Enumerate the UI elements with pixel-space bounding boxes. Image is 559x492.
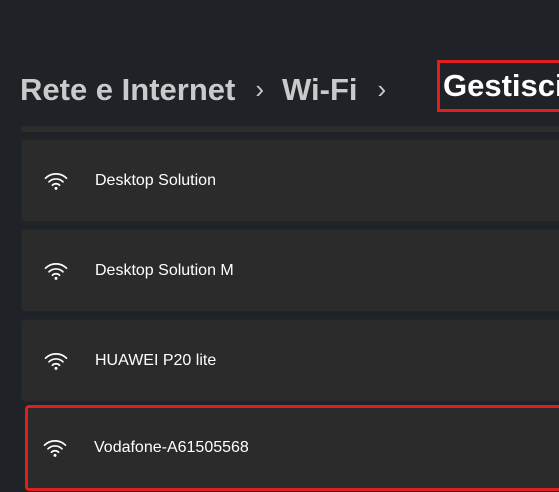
wifi-icon — [44, 352, 68, 370]
breadcrumb-separator-icon: › — [255, 73, 265, 104]
breadcrumb-separator-icon: › — [377, 73, 387, 104]
network-item-desktop-solution[interactable]: Desktop Solution — [21, 139, 559, 222]
network-name: HUAWEI P20 lite — [95, 351, 217, 369]
network-item-vodafone[interactable]: Vodafone-A61505568 — [25, 405, 559, 491]
breadcrumb-item-wifi[interactable]: Wi-Fi — [282, 72, 357, 108]
page-title: Gestisci — [443, 68, 559, 103]
wifi-icon — [44, 262, 68, 280]
scrolled-list-edge — [21, 126, 559, 133]
page-header: Rete e Internet › Wi-Fi › Gestisci — [0, 0, 559, 128]
breadcrumb: Rete e Internet › Wi-Fi › — [20, 68, 404, 112]
network-item-desktop-solution-m[interactable]: Desktop Solution M — [21, 229, 559, 312]
network-name: Desktop Solution M — [95, 261, 234, 279]
network-name: Vodafone-A61505568 — [94, 439, 249, 456]
network-item-huawei-p20-lite[interactable]: HUAWEI P20 lite — [21, 319, 559, 402]
breadcrumb-current-page: Gestisci — [437, 60, 559, 112]
network-name: Desktop Solution — [95, 171, 216, 189]
breadcrumb-item-rete-e-internet[interactable]: Rete e Internet — [20, 72, 235, 108]
wifi-icon — [43, 440, 67, 457]
wifi-icon — [44, 172, 68, 190]
